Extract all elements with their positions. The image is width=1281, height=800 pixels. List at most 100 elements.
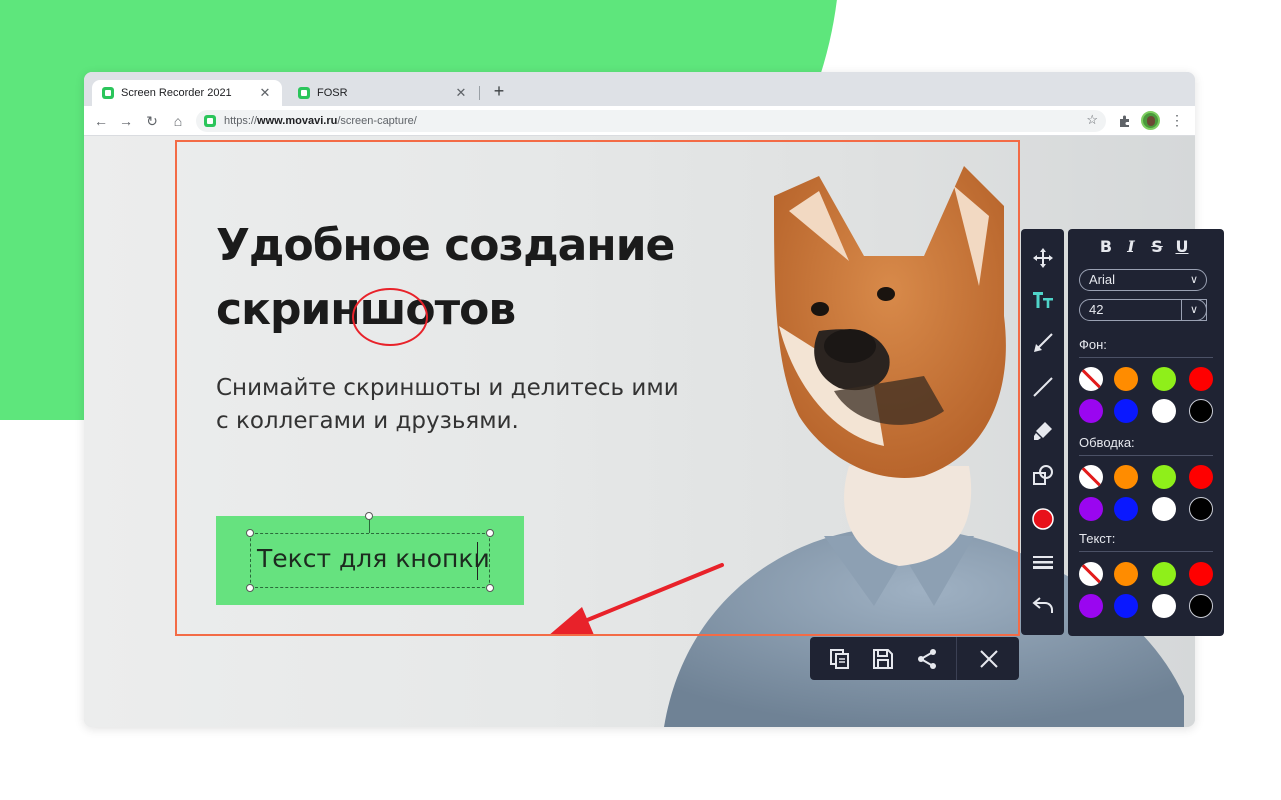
divider bbox=[1079, 455, 1213, 456]
drawing-tools-bar bbox=[1021, 229, 1064, 635]
back-arrow-icon[interactable]: ← bbox=[91, 111, 111, 131]
highlight-ellipse[interactable] bbox=[352, 288, 428, 346]
tab-title: FOSR bbox=[317, 87, 348, 99]
font-family-select[interactable]: Arial ∨ bbox=[1079, 269, 1207, 291]
copy-button[interactable] bbox=[818, 637, 862, 680]
background-label: Фон: bbox=[1079, 337, 1107, 352]
marker-icon bbox=[1033, 422, 1052, 440]
text-caret bbox=[477, 542, 478, 580]
url-host: www.movavi.ru bbox=[257, 115, 338, 127]
resize-handle-bottom-left[interactable] bbox=[246, 584, 254, 592]
color-swatch[interactable] bbox=[1189, 562, 1213, 586]
tool-text[interactable] bbox=[1021, 281, 1064, 319]
tab-close-icon[interactable]: ✕ bbox=[258, 85, 272, 101]
swatch-transparent[interactable] bbox=[1079, 562, 1103, 586]
bold-button[interactable]: B bbox=[1098, 237, 1114, 256]
tool-line-width[interactable] bbox=[1021, 543, 1064, 581]
profile-avatar[interactable] bbox=[1141, 111, 1160, 130]
save-icon bbox=[873, 648, 893, 669]
tab-fosr[interactable]: FOSR ✕ bbox=[288, 80, 478, 106]
text-annotation-box[interactable]: Текст для кнопки bbox=[250, 533, 490, 588]
forward-arrow-icon[interactable]: → bbox=[116, 111, 136, 131]
color-swatch[interactable] bbox=[1114, 497, 1138, 521]
shapes-icon bbox=[1032, 465, 1053, 485]
color-swatch[interactable] bbox=[1189, 465, 1213, 489]
copy-icon bbox=[830, 648, 849, 669]
page-subtitle: Снимайте скриншоты и делитесь ими с колл… bbox=[216, 375, 679, 434]
color-swatch[interactable] bbox=[1114, 367, 1138, 391]
tab-title: Screen Recorder 2021 bbox=[121, 87, 232, 99]
page-headline: Удобное создание скриншотов bbox=[216, 220, 675, 335]
italic-button[interactable]: I bbox=[1123, 237, 1139, 256]
strikethrough-button[interactable]: S bbox=[1149, 237, 1165, 256]
tool-color[interactable] bbox=[1021, 500, 1064, 538]
resize-handle-top-right[interactable] bbox=[486, 529, 494, 537]
address-bar[interactable]: https://www.movavi.ru/screen-capture/ ☆ bbox=[196, 110, 1106, 132]
color-swatch[interactable] bbox=[1152, 497, 1176, 521]
rotate-handle-line bbox=[369, 519, 370, 533]
color-swatch[interactable] bbox=[1189, 594, 1213, 618]
new-tab-button[interactable]: + bbox=[489, 81, 509, 102]
swatch-transparent[interactable] bbox=[1079, 465, 1103, 489]
save-button[interactable] bbox=[861, 637, 905, 680]
text-annotation-content[interactable]: Текст для кнопки bbox=[257, 544, 490, 573]
color-swatch[interactable] bbox=[1152, 367, 1176, 391]
tool-arrow[interactable] bbox=[1021, 324, 1064, 362]
font-size-dropdown-button[interactable]: ∨ bbox=[1181, 299, 1207, 321]
color-swatch[interactable] bbox=[1189, 497, 1213, 521]
tool-marker[interactable] bbox=[1021, 412, 1064, 450]
fosr-favicon-icon bbox=[298, 87, 310, 99]
tool-line[interactable] bbox=[1021, 368, 1064, 406]
color-swatch[interactable] bbox=[1114, 399, 1138, 423]
share-button[interactable] bbox=[905, 637, 949, 680]
tool-move[interactable] bbox=[1021, 239, 1064, 277]
color-swatch[interactable] bbox=[1079, 594, 1103, 618]
color-swatch[interactable] bbox=[1114, 594, 1138, 618]
font-size-value: 42 bbox=[1089, 302, 1104, 317]
close-button[interactable] bbox=[967, 637, 1011, 680]
url-scheme: https:// bbox=[224, 115, 258, 127]
color-swatch[interactable] bbox=[1189, 399, 1213, 423]
tab-separator bbox=[479, 86, 480, 100]
rotate-handle[interactable] bbox=[365, 512, 373, 520]
resize-handle-bottom-right[interactable] bbox=[486, 584, 494, 592]
text-settings-panel: B I S U Arial ∨ 42 ∨ Фон: Обводка: Текст… bbox=[1068, 229, 1224, 636]
color-swatch[interactable] bbox=[1079, 399, 1103, 423]
browser-toolbar: ← → ↻ ⌂ https://www.movavi.ru/screen-cap… bbox=[84, 106, 1195, 136]
tool-shapes[interactable] bbox=[1021, 456, 1064, 494]
color-picker-icon bbox=[1031, 508, 1054, 530]
font-family-value: Arial bbox=[1089, 272, 1116, 287]
divider bbox=[1079, 357, 1213, 358]
close-icon bbox=[980, 649, 998, 668]
resize-handle-top-left[interactable] bbox=[246, 529, 254, 537]
home-icon[interactable]: ⌂ bbox=[168, 111, 188, 131]
color-swatch[interactable] bbox=[1152, 465, 1176, 489]
screenshot-stage: Screen Recorder 2021 ✕ FOSR ✕ + ← → ↻ ⌂ … bbox=[0, 0, 1281, 800]
color-swatch[interactable] bbox=[1114, 562, 1138, 586]
tool-undo[interactable] bbox=[1021, 586, 1064, 624]
tab-close-icon[interactable]: ✕ bbox=[454, 85, 468, 101]
color-swatch[interactable] bbox=[1152, 594, 1176, 618]
underline-button[interactable]: U bbox=[1174, 237, 1190, 256]
tab-bar: Screen Recorder 2021 ✕ FOSR ✕ + bbox=[84, 72, 1195, 106]
chevron-down-icon: ∨ bbox=[1189, 274, 1198, 286]
browser-menu-icon[interactable]: ⋮ bbox=[1170, 112, 1184, 129]
color-swatch[interactable] bbox=[1114, 465, 1138, 489]
arrow-tool-icon bbox=[1033, 333, 1053, 352]
move-icon bbox=[1032, 248, 1053, 268]
chevron-down-icon: ∨ bbox=[1189, 304, 1199, 316]
bookmark-star-icon[interactable]: ☆ bbox=[1086, 112, 1098, 128]
reload-icon[interactable]: ↻ bbox=[142, 111, 162, 131]
extensions-puzzle-icon[interactable] bbox=[1118, 114, 1132, 128]
color-swatch[interactable] bbox=[1152, 562, 1176, 586]
movavi-favicon-icon bbox=[102, 87, 114, 99]
color-swatch[interactable] bbox=[1079, 497, 1103, 521]
tab-screen-recorder[interactable]: Screen Recorder 2021 ✕ bbox=[92, 80, 282, 106]
line-tool-icon bbox=[1032, 377, 1053, 397]
swatch-transparent[interactable] bbox=[1079, 367, 1103, 391]
divider bbox=[1079, 551, 1213, 552]
capture-action-bar bbox=[810, 637, 1019, 680]
color-swatch[interactable] bbox=[1189, 367, 1213, 391]
color-swatch[interactable] bbox=[1152, 399, 1176, 423]
url-path: /screen-capture/ bbox=[337, 115, 417, 127]
